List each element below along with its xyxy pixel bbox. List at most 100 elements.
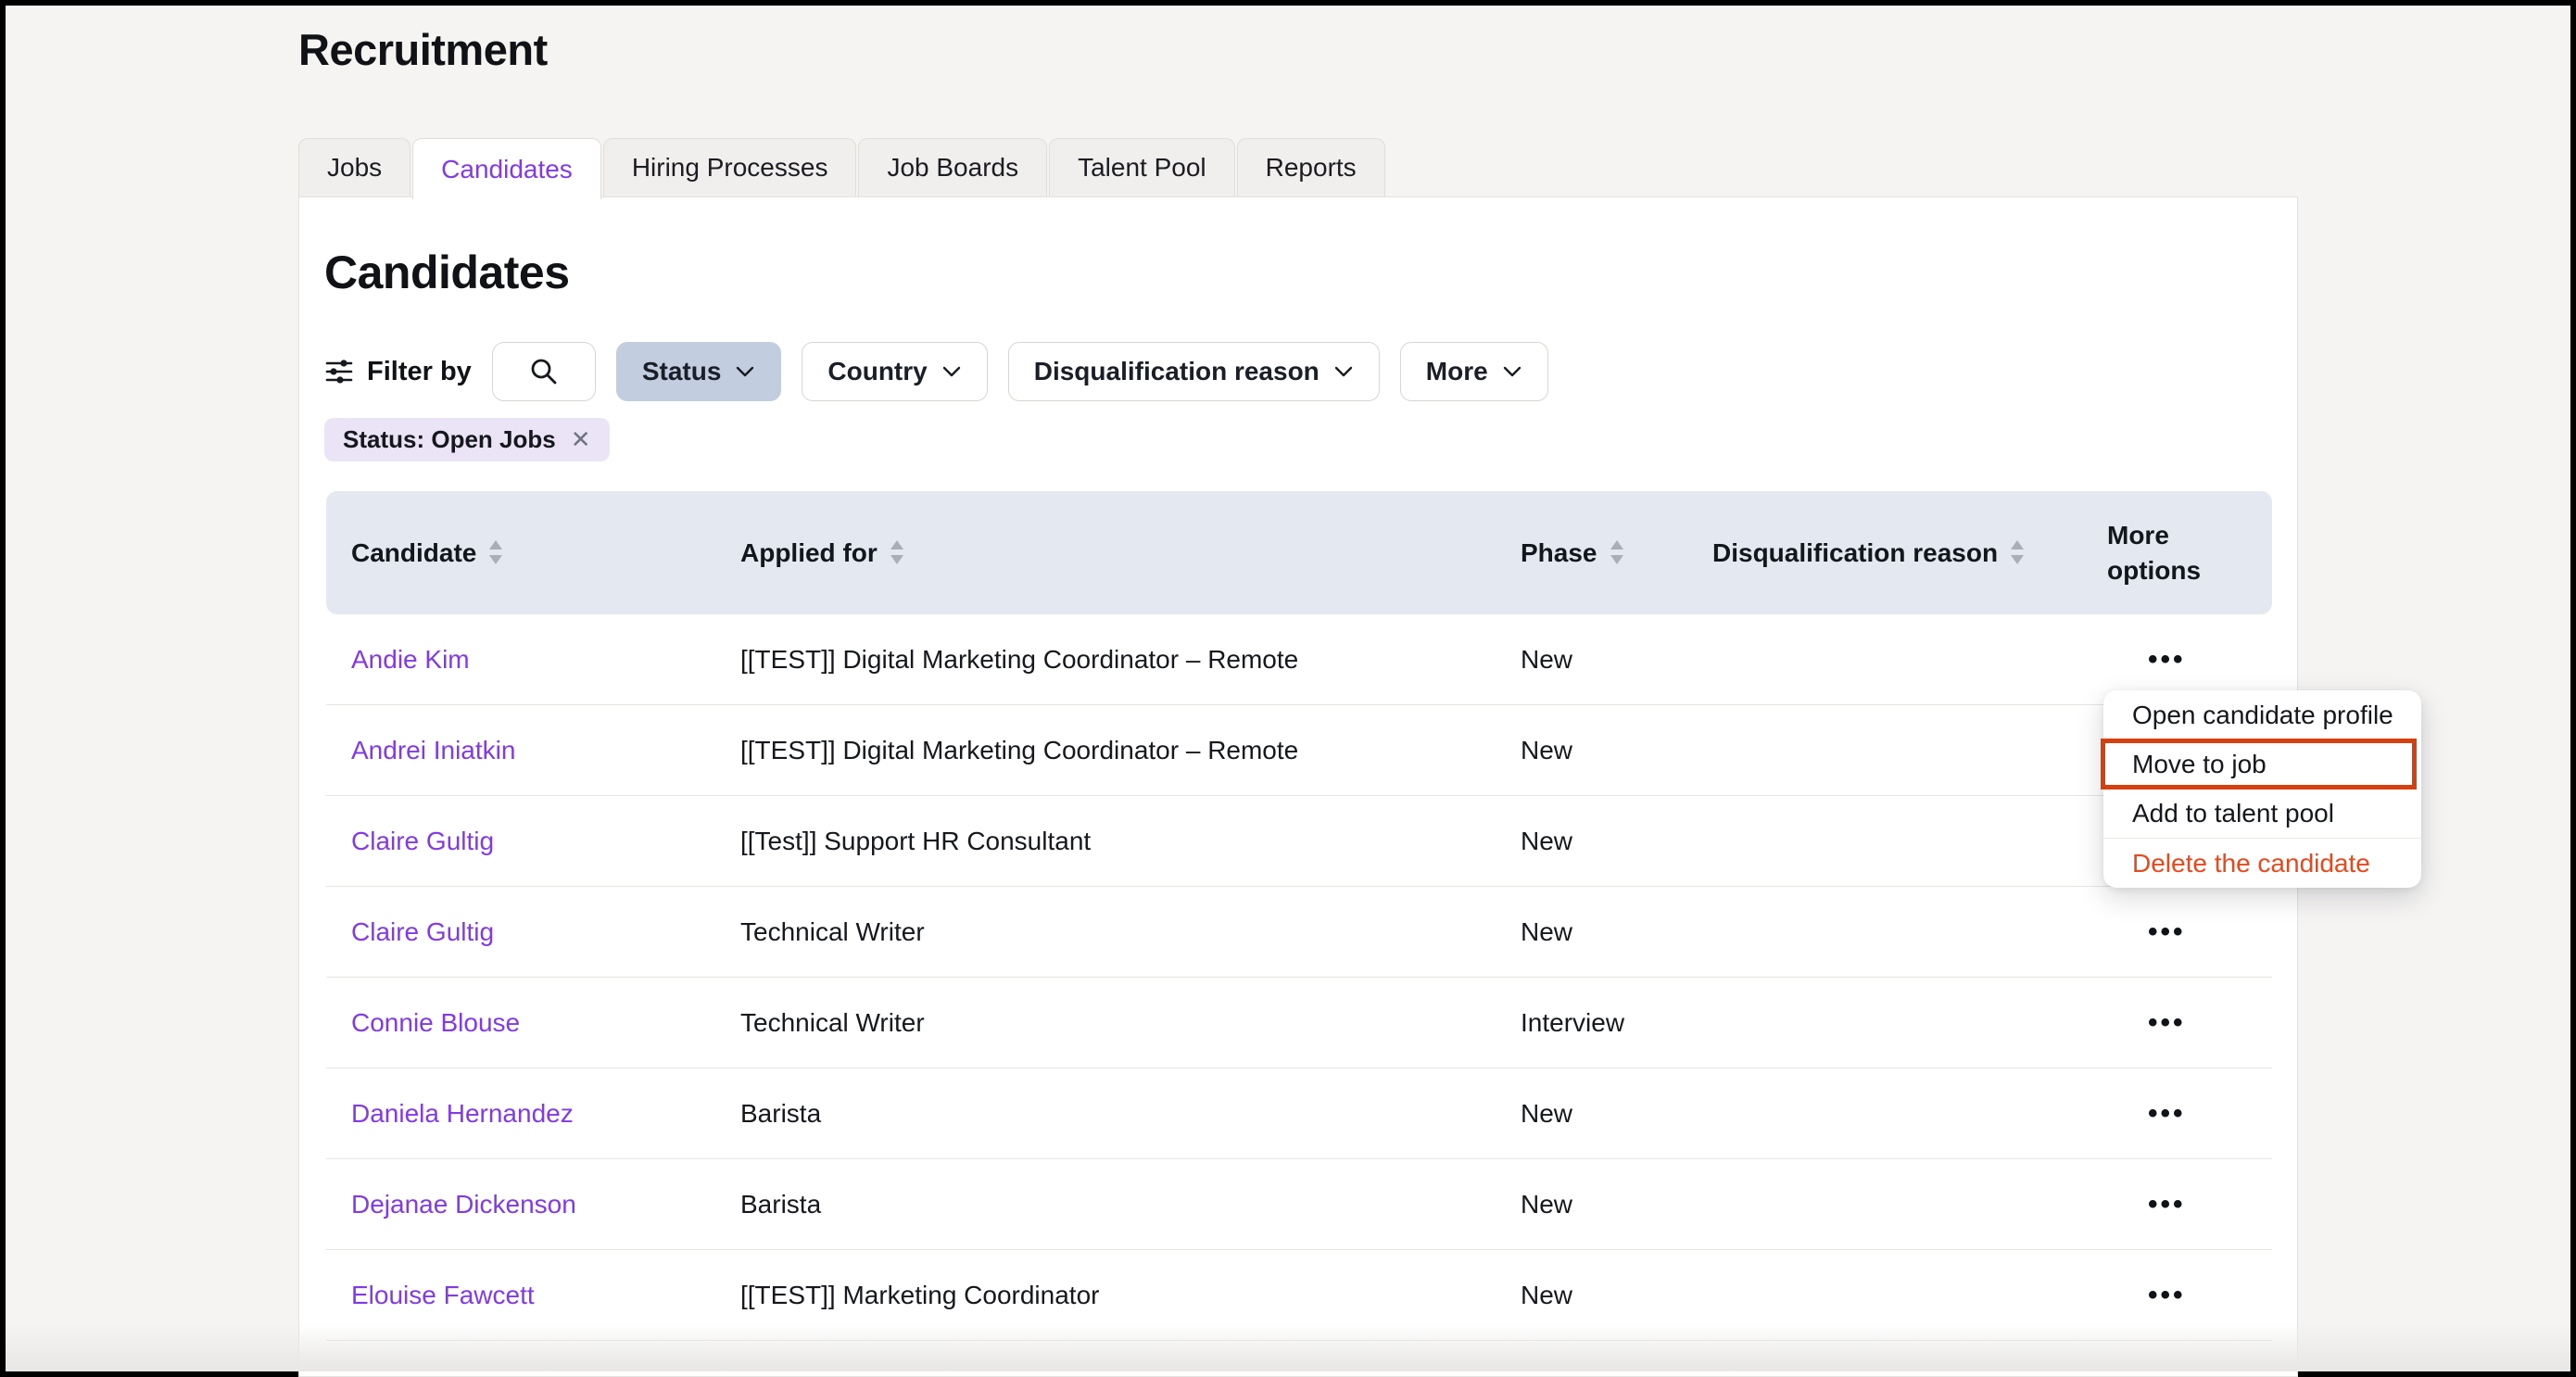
candidate-link[interactable]: Andrei Iniatkin xyxy=(351,736,515,764)
column-header-label: Phase xyxy=(1521,536,1597,571)
panel-heading: Candidates xyxy=(324,246,570,299)
candidate-name-cell: Claire Gultig xyxy=(351,827,740,856)
candidate-name-cell: Dejanae Dickenson xyxy=(351,1190,740,1219)
more-options-cell: ••• xyxy=(2107,644,2272,676)
active-filter-chip: Status: Open Jobs ✕ xyxy=(324,418,610,461)
filter-buttons: Status Country Disqualification reason More xyxy=(616,342,1548,401)
sort-icon xyxy=(1609,538,1625,566)
more-options-button[interactable]: ••• xyxy=(2107,1098,2186,1130)
active-filter-chip-label: Status: Open Jobs xyxy=(343,425,556,454)
candidate-name-cell: Daniela Hernandez xyxy=(351,1099,740,1129)
tab-job-boards[interactable]: Job Boards xyxy=(858,138,1047,196)
candidate-name-cell: Andie Kim xyxy=(351,645,740,675)
more-options-button[interactable]: ••• xyxy=(2107,1189,2186,1220)
search-icon xyxy=(528,356,560,387)
applied-for-cell: [[Test]] Support HR Consultant xyxy=(740,827,1521,856)
column-header-more-options: More options xyxy=(2107,518,2272,588)
phase-cell: New xyxy=(1521,736,1712,765)
candidates-table: Candidate Applied forPhase Disqualificatio… xyxy=(326,491,2272,1341)
more-options-button[interactable]: ••• xyxy=(2107,1007,2186,1039)
menu-item-label: Add to talent pool xyxy=(2132,799,2334,828)
more-options-button[interactable]: ••• xyxy=(2107,644,2186,676)
chip-row: Status: Open Jobs ✕ xyxy=(324,418,610,461)
search-button[interactable] xyxy=(492,342,596,401)
ellipsis-icon: ••• xyxy=(2148,916,2186,947)
sliders-icon xyxy=(324,357,354,386)
column-header-label: Candidate xyxy=(351,536,476,571)
filter-button-country[interactable]: Country xyxy=(802,342,987,401)
column-header-phase[interactable]: Phase xyxy=(1521,536,1712,571)
menu-item-add-to-talent-pool[interactable]: Add to talent pool xyxy=(2103,789,2421,838)
column-header-label: Disqualification reason xyxy=(1712,536,1998,571)
filter-button-label: Disqualification reason xyxy=(1034,357,1320,386)
more-options-button[interactable]: ••• xyxy=(2107,916,2186,948)
candidate-link[interactable]: Daniela Hernandez xyxy=(351,1099,574,1128)
filter-button-label: More xyxy=(1426,357,1488,386)
phase-cell: New xyxy=(1521,917,1712,947)
more-options-cell: ••• xyxy=(2107,916,2272,948)
applied-for-cell: Technical Writer xyxy=(740,1008,1521,1038)
filter-button-status[interactable]: Status xyxy=(616,342,782,401)
menu-item-label: Delete the candidate xyxy=(2132,849,2370,878)
phase-cell: New xyxy=(1521,1190,1712,1219)
candidate-name-cell: Connie Blouse xyxy=(351,1008,740,1038)
tab-candidates[interactable]: Candidates xyxy=(412,138,601,199)
phase-cell: New xyxy=(1521,645,1712,675)
ellipsis-icon: ••• xyxy=(2148,1280,2186,1310)
tab-bar: JobsCandidatesHiring ProcessesJob Boards… xyxy=(298,138,1387,199)
chevron-down-icon xyxy=(941,365,962,378)
phase-cell: Interview xyxy=(1521,1008,1712,1038)
candidate-link[interactable]: Andie Kim xyxy=(351,645,470,674)
more-options-cell: ••• xyxy=(2107,1280,2272,1311)
candidate-link[interactable]: Claire Gultig xyxy=(351,827,494,855)
sort-icon xyxy=(889,538,905,566)
candidate-name-cell: Elouise Fawcett xyxy=(351,1281,740,1310)
sort-icon xyxy=(2009,538,2026,566)
candidates-panel: Candidates Filter by xyxy=(298,196,2298,1377)
table-row: Claire Gultig [[Test]] Support HR Consult… xyxy=(326,796,2272,887)
chevron-down-icon xyxy=(735,365,755,378)
candidate-link[interactable]: Connie Blouse xyxy=(351,1008,520,1037)
tab-talent-pool[interactable]: Talent Pool xyxy=(1049,138,1235,196)
menu-item-label: Move to job xyxy=(2132,750,2267,779)
column-header-disqualification-reason[interactable]: Disqualification reason xyxy=(1712,536,2107,571)
bottom-fade xyxy=(6,1323,2570,1371)
filter-button-label: Country xyxy=(827,357,927,386)
phase-cell: New xyxy=(1521,827,1712,856)
candidate-link[interactable]: Dejanae Dickenson xyxy=(351,1190,576,1219)
menu-item-open-candidate-profile[interactable]: Open candidate profile xyxy=(2103,690,2421,739)
more-options-button[interactable]: ••• xyxy=(2107,1280,2186,1311)
tab-jobs[interactable]: Jobs xyxy=(298,138,410,196)
ellipsis-icon: ••• xyxy=(2148,1007,2186,1038)
column-header-applied-for[interactable]: Applied for xyxy=(740,536,1521,571)
menu-item-move-to-job[interactable]: Move to job xyxy=(2103,739,2421,789)
menu-item-delete-the-candidate[interactable]: Delete the candidate xyxy=(2103,838,2421,888)
applied-for-cell: Technical Writer xyxy=(740,917,1521,947)
table-row: Claire Gultig Technical WriterNew ••• xyxy=(326,887,2272,978)
candidate-link[interactable]: Elouise Fawcett xyxy=(351,1281,535,1309)
tab-reports[interactable]: Reports xyxy=(1237,138,1385,196)
phase-cell: New xyxy=(1521,1281,1712,1310)
filter-button-more[interactable]: More xyxy=(1400,342,1548,401)
candidate-name-cell: Claire Gultig xyxy=(351,917,740,947)
ellipsis-icon: ••• xyxy=(2148,1098,2186,1129)
filter-by-label: Filter by xyxy=(367,357,472,387)
filter-button-disqualification-reason[interactable]: Disqualification reason xyxy=(1008,342,1380,401)
more-options-cell: ••• xyxy=(2107,1189,2272,1220)
remove-filter-icon[interactable]: ✕ xyxy=(571,425,591,454)
chevron-down-icon xyxy=(1502,365,1522,378)
candidate-link[interactable]: Claire Gultig xyxy=(351,917,494,946)
table-row: Andie Kim [[TEST]] Digital Marketing Coor… xyxy=(326,614,2272,705)
applied-for-cell: [[TEST]] Marketing Coordinator xyxy=(740,1281,1521,1310)
menu-item-label: Open candidate profile xyxy=(2132,701,2393,730)
more-options-cell: ••• xyxy=(2107,1007,2272,1039)
table-row: Connie Blouse Technical WriterInterview ••… xyxy=(326,978,2272,1068)
column-header-candidate[interactable]: Candidate xyxy=(351,536,740,571)
table-row: Daniela HernandezBaristaNew••• xyxy=(326,1068,2272,1159)
chevron-down-icon xyxy=(1333,365,1354,378)
tab-hiring-processes[interactable]: Hiring Processes xyxy=(603,138,857,196)
phase-cell: New xyxy=(1521,1099,1712,1129)
applied-for-cell: [[TEST]] Digital Marketing Coordinator –… xyxy=(740,645,1521,675)
recruitment-page: { "page": { "title": "Recruitment" }, "t… xyxy=(0,0,2576,1377)
filter-by: Filter by xyxy=(324,357,472,387)
